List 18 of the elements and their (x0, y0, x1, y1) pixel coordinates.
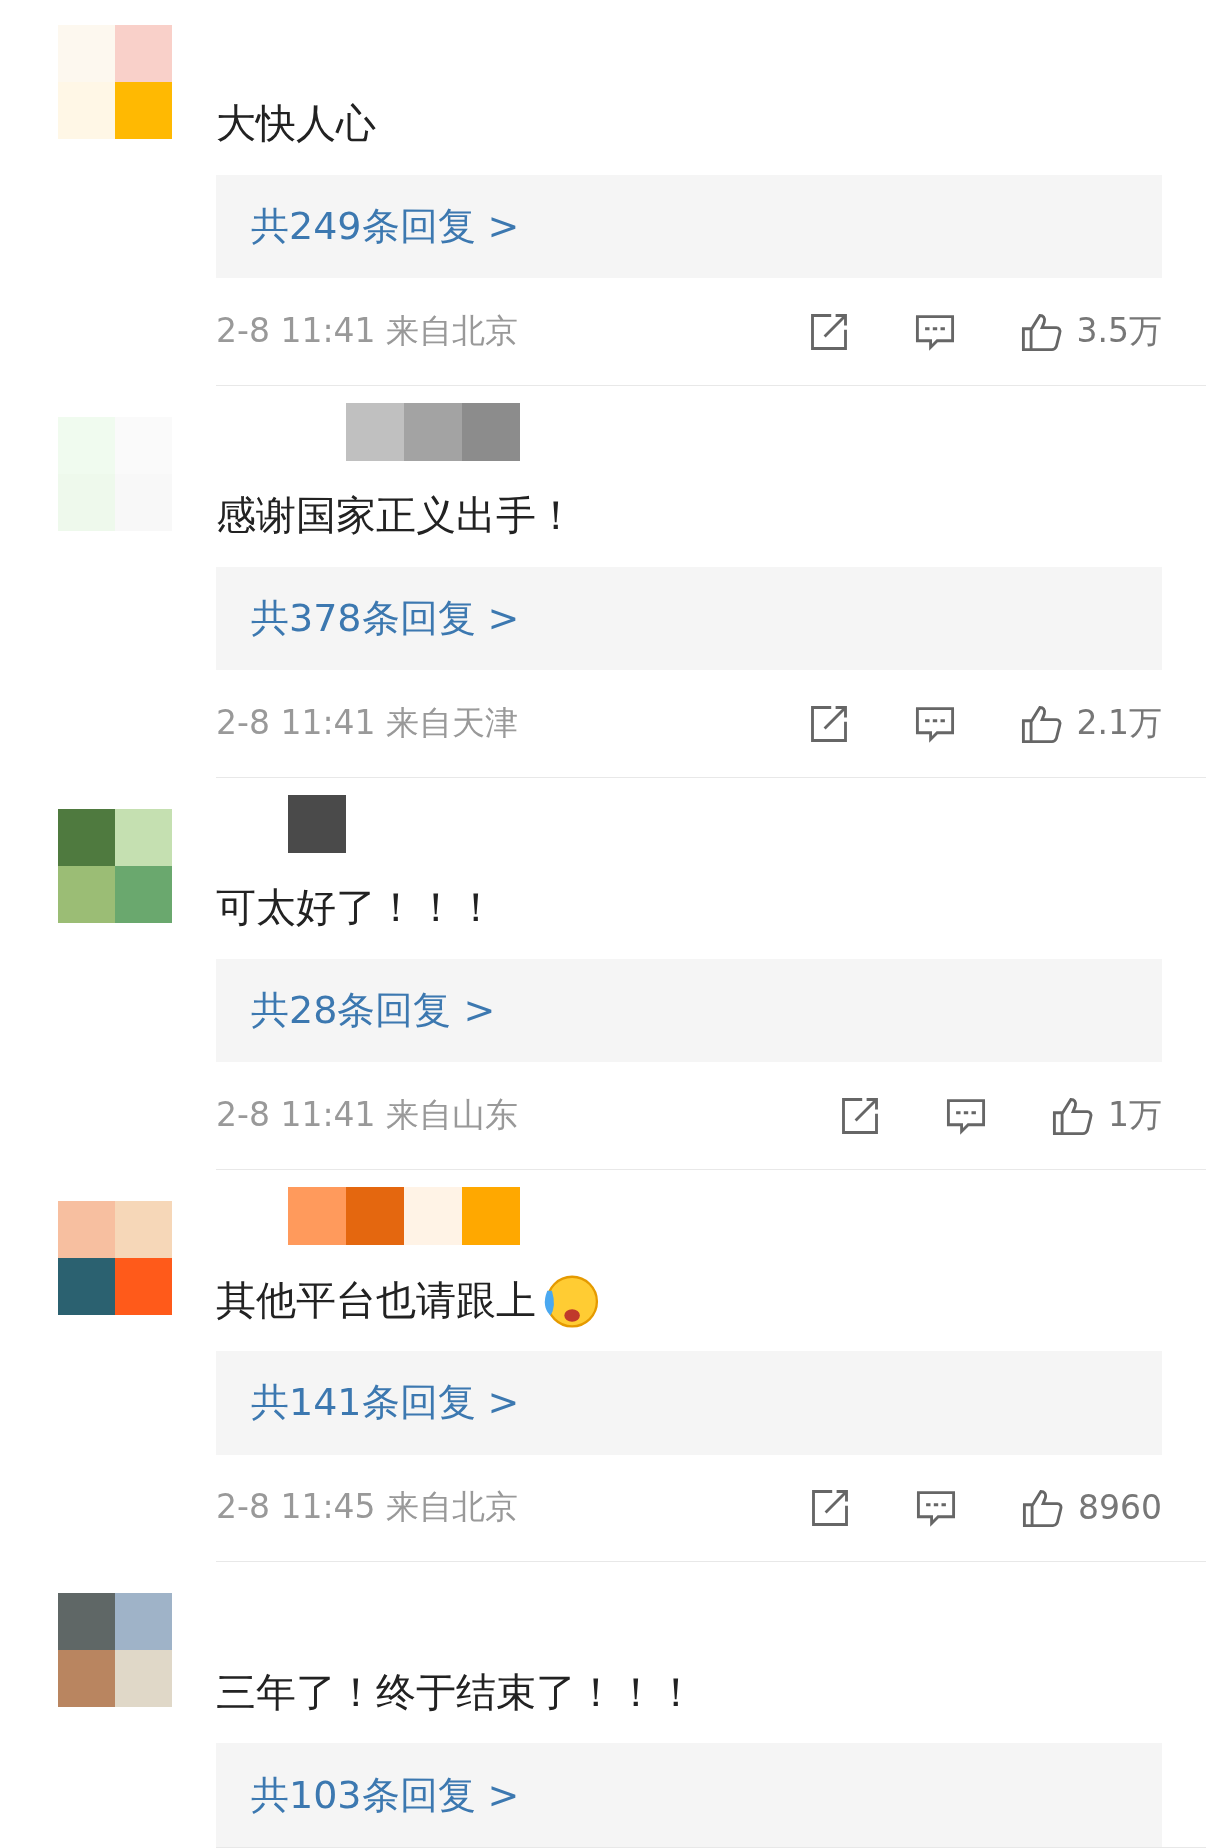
comment-meta: 2-8 11:45 来自北京 (216, 1486, 518, 1529)
comment-text: 可太好了！！！ (216, 883, 496, 933)
replies-link[interactable]: 共103条回复 > (216, 1743, 1162, 1847)
like-count: 8960 (1078, 1488, 1162, 1528)
comment-meta: 2-8 11:41 来自天津 (216, 702, 518, 745)
like-count: 1万 (1108, 1094, 1162, 1137)
like-count: 3.5万 (1076, 310, 1162, 353)
replies-link[interactable]: 共249条回复 > (216, 174, 1162, 279)
comment-meta: 2-8 11:41 来自北京 (216, 310, 518, 353)
comment-text: 大快人心 (216, 99, 376, 149)
like-count: 2.1万 (1076, 702, 1162, 745)
replies-link[interactable]: 共378条回复 > (216, 566, 1162, 671)
replies-link[interactable]: 共141条回复 > (216, 1351, 1162, 1455)
replies-link[interactable]: 共28条回复 > (216, 958, 1162, 1063)
comment-meta: 2-8 11:41 来自山东 (216, 1094, 518, 1137)
comment-text: 三年了！终于结束了！！！ (216, 1667, 696, 1717)
comment-text: 其他平台也请跟上 (216, 1275, 536, 1325)
comment-text: 感谢国家正义出手！ (216, 491, 576, 541)
